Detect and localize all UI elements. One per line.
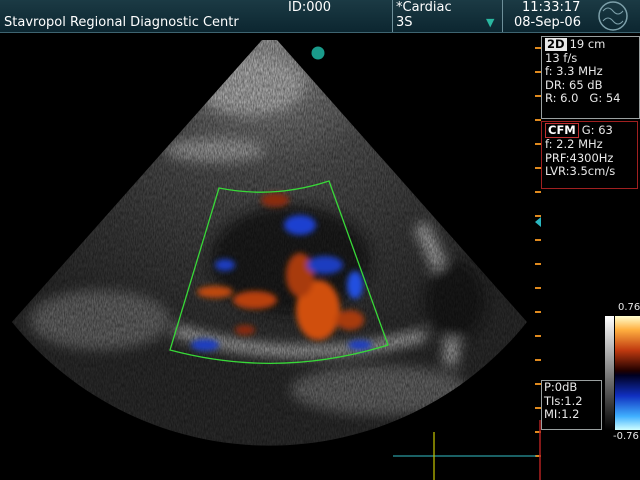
cfm-prf: PRF:4300Hz — [545, 150, 614, 165]
exam-date: 08-Sep-06 — [514, 15, 581, 30]
cfm-gain: G: 63 — [581, 123, 613, 137]
greyscale-bar — [605, 316, 614, 430]
acoustic-power: P:0dB — [544, 380, 578, 394]
institution-name: Stavropol Regional Diagnostic Centr — [4, 15, 239, 30]
mode-cfm-tag[interactable]: CFM — [545, 123, 579, 138]
mechanical-index: MI:1.2 — [544, 407, 580, 422]
header-bar: Stavropol Regional Diagnostic Centr ID:0… — [0, 0, 640, 33]
chevron-down-icon[interactable]: ▼ — [486, 16, 494, 29]
color-scale-max: 0.76 — [618, 302, 640, 313]
thermal-index: TIs:1.2 — [544, 393, 583, 408]
bmode-parameters-panel[interactable]: 2D 19 cm 13 f/s f: 3.3 MHz DR: 65 dB R: 6… — [541, 36, 640, 119]
focus-marker-icon[interactable] — [535, 217, 541, 227]
header-divider — [502, 0, 503, 32]
frame-rate: 13 f/s — [545, 50, 578, 65]
application-preset[interactable]: *Cardiac — [396, 0, 452, 15]
dynamic-range: DR: 65 dB — [545, 77, 603, 92]
color-scale-min: -0.76 — [613, 431, 639, 442]
color-velocity-scale — [615, 316, 640, 430]
cfm-frequency: f: 2.2 MHz — [545, 137, 603, 151]
cfm-parameters-panel[interactable]: CFM G: 63 f: 2.2 MHz PRF:4300Hz LVR:3.5cm… — [541, 121, 638, 189]
bmode-frequency: f: 3.3 MHz — [545, 64, 603, 79]
probe-name[interactable]: 3S — [396, 15, 413, 30]
depth-value: 19 cm — [569, 37, 606, 51]
reject-gain: R: 6.0 G: 54 — [545, 91, 621, 106]
mode-2d-tag[interactable]: 2D — [545, 38, 567, 51]
ge-logo-icon — [598, 1, 628, 31]
orientation-marker-icon — [311, 46, 325, 60]
acoustic-output-panel: P:0dB TIs:1.2 MI:1.2 — [541, 380, 602, 430]
header-divider — [392, 0, 393, 32]
patient-id: ID:000 — [288, 0, 332, 15]
clock-time: 11:33:17 — [522, 0, 581, 15]
cfm-lvr: LVR:3.5cm/s — [545, 164, 616, 179]
